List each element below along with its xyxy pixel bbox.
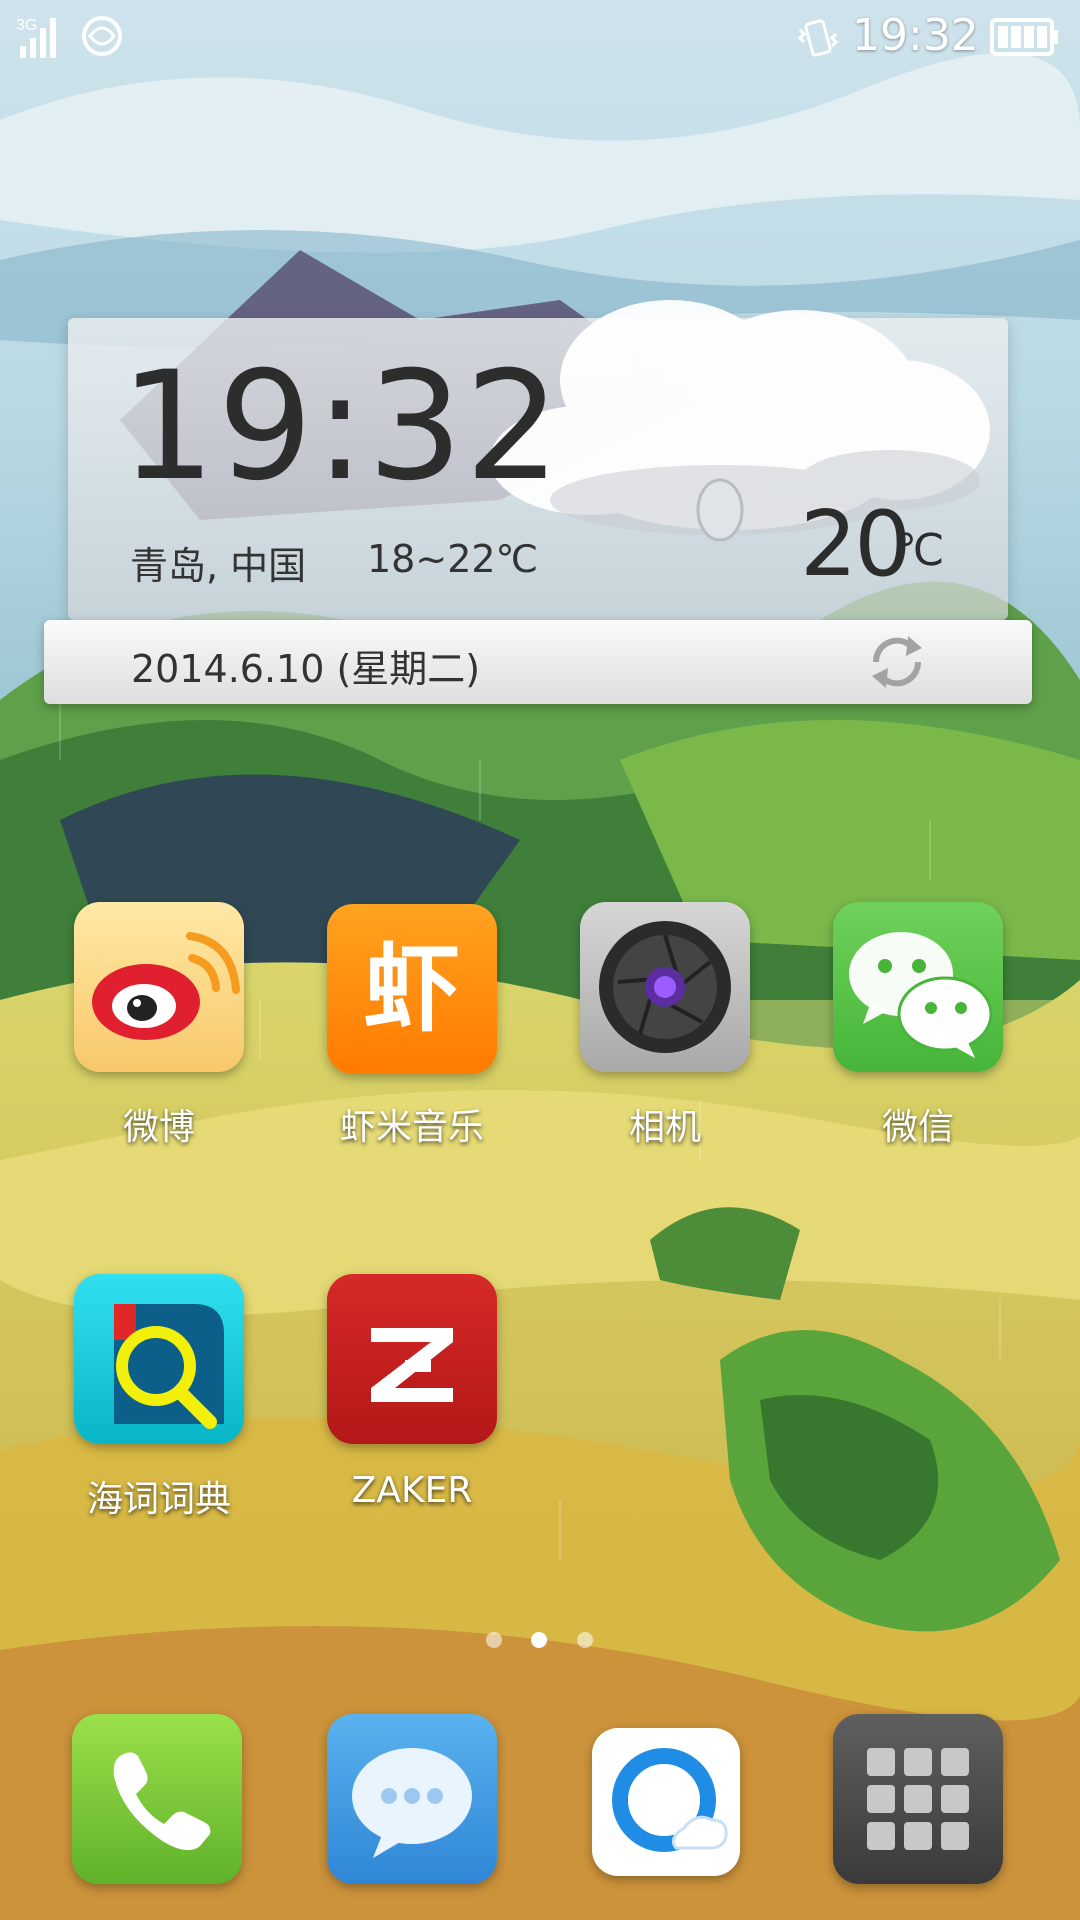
- wechat-app[interactable]: [833, 902, 1003, 1072]
- widget-temperature-unit: ℃: [895, 525, 945, 576]
- carrier-icon: [80, 14, 124, 58]
- qq-browser-icon: [612, 1748, 728, 1852]
- vibrate-icon: [796, 16, 840, 60]
- messages-app[interactable]: [327, 1714, 497, 1884]
- weibo-app[interactable]: [74, 902, 244, 1072]
- widget-temp-range: 18~22℃: [367, 537, 539, 581]
- weibo-icon: [92, 932, 240, 1040]
- signal-icon: 3G: [16, 14, 64, 60]
- status-time: 19:32: [852, 10, 979, 61]
- zaker-icon: [371, 1328, 453, 1402]
- refresh-icon[interactable]: [862, 630, 932, 694]
- dict-app[interactable]: [74, 1274, 244, 1444]
- camera-icon: [599, 921, 731, 1053]
- xiami-music-app[interactable]: 虾: [327, 904, 497, 1074]
- page-dot-2[interactable]: [531, 1632, 547, 1648]
- page-dot-1[interactable]: [486, 1632, 502, 1648]
- camera-app[interactable]: [580, 902, 750, 1072]
- page-dot-3[interactable]: [577, 1632, 593, 1648]
- app-label: 微信: [881, 1107, 954, 1148]
- widget-temperature: 20: [800, 492, 912, 597]
- xiami-music-icon: 虾: [364, 933, 460, 1045]
- phone-app[interactable]: [72, 1714, 242, 1884]
- widget-city: 青岛, 中国: [130, 544, 307, 588]
- app-label: 海词词典: [86, 1479, 231, 1520]
- app-label: 相机: [628, 1107, 701, 1148]
- dict-icon: [114, 1304, 224, 1429]
- wechat-icon: [849, 932, 993, 1058]
- qq-browser-app[interactable]: [592, 1728, 740, 1876]
- battery-icon: [990, 18, 1060, 56]
- zaker-app[interactable]: [327, 1274, 497, 1444]
- app-label: 虾米音乐: [339, 1107, 484, 1148]
- network-type-label: 3G: [16, 17, 37, 34]
- messages-icon: [352, 1748, 472, 1858]
- app-drawer-button[interactable]: [833, 1714, 1003, 1884]
- widget-clock: 19:32: [120, 340, 563, 514]
- widget-date: 2014.6.10 (星期二): [131, 647, 481, 691]
- app-label: 微博: [122, 1107, 195, 1148]
- app-drawer-icon: [867, 1748, 969, 1850]
- phone-icon: [113, 1752, 211, 1851]
- xiami-glyph: 虾: [364, 933, 460, 1045]
- app-label: ZAKER: [351, 1470, 473, 1511]
- status-bar: 3G 19:32: [0, 0, 1080, 74]
